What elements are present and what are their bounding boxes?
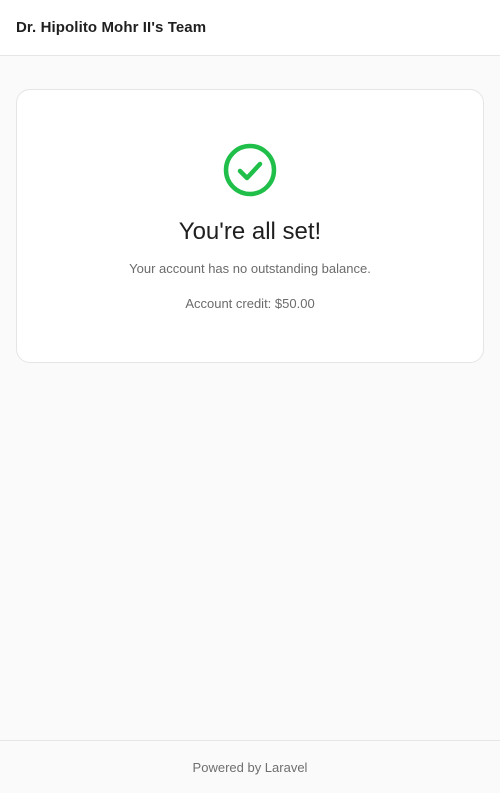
account-credit: Account credit: $50.00 (185, 296, 315, 311)
billing-page: Dr. Hipolito Mohr II's Team You're all s… (0, 0, 500, 793)
balance-message: Your account has no outstanding balance. (129, 261, 371, 276)
check-circle-icon (223, 143, 277, 197)
team-name: Dr. Hipolito Mohr II's Team (16, 19, 207, 36)
status-title: You're all set! (178, 218, 322, 245)
powered-by-text: Powered by Laravel (192, 759, 308, 775)
header: Dr. Hipolito Mohr II's Team (0, 0, 500, 56)
footer: Powered by Laravel (0, 740, 500, 793)
status-card: You're all set! Your account has no outs… (16, 89, 484, 363)
